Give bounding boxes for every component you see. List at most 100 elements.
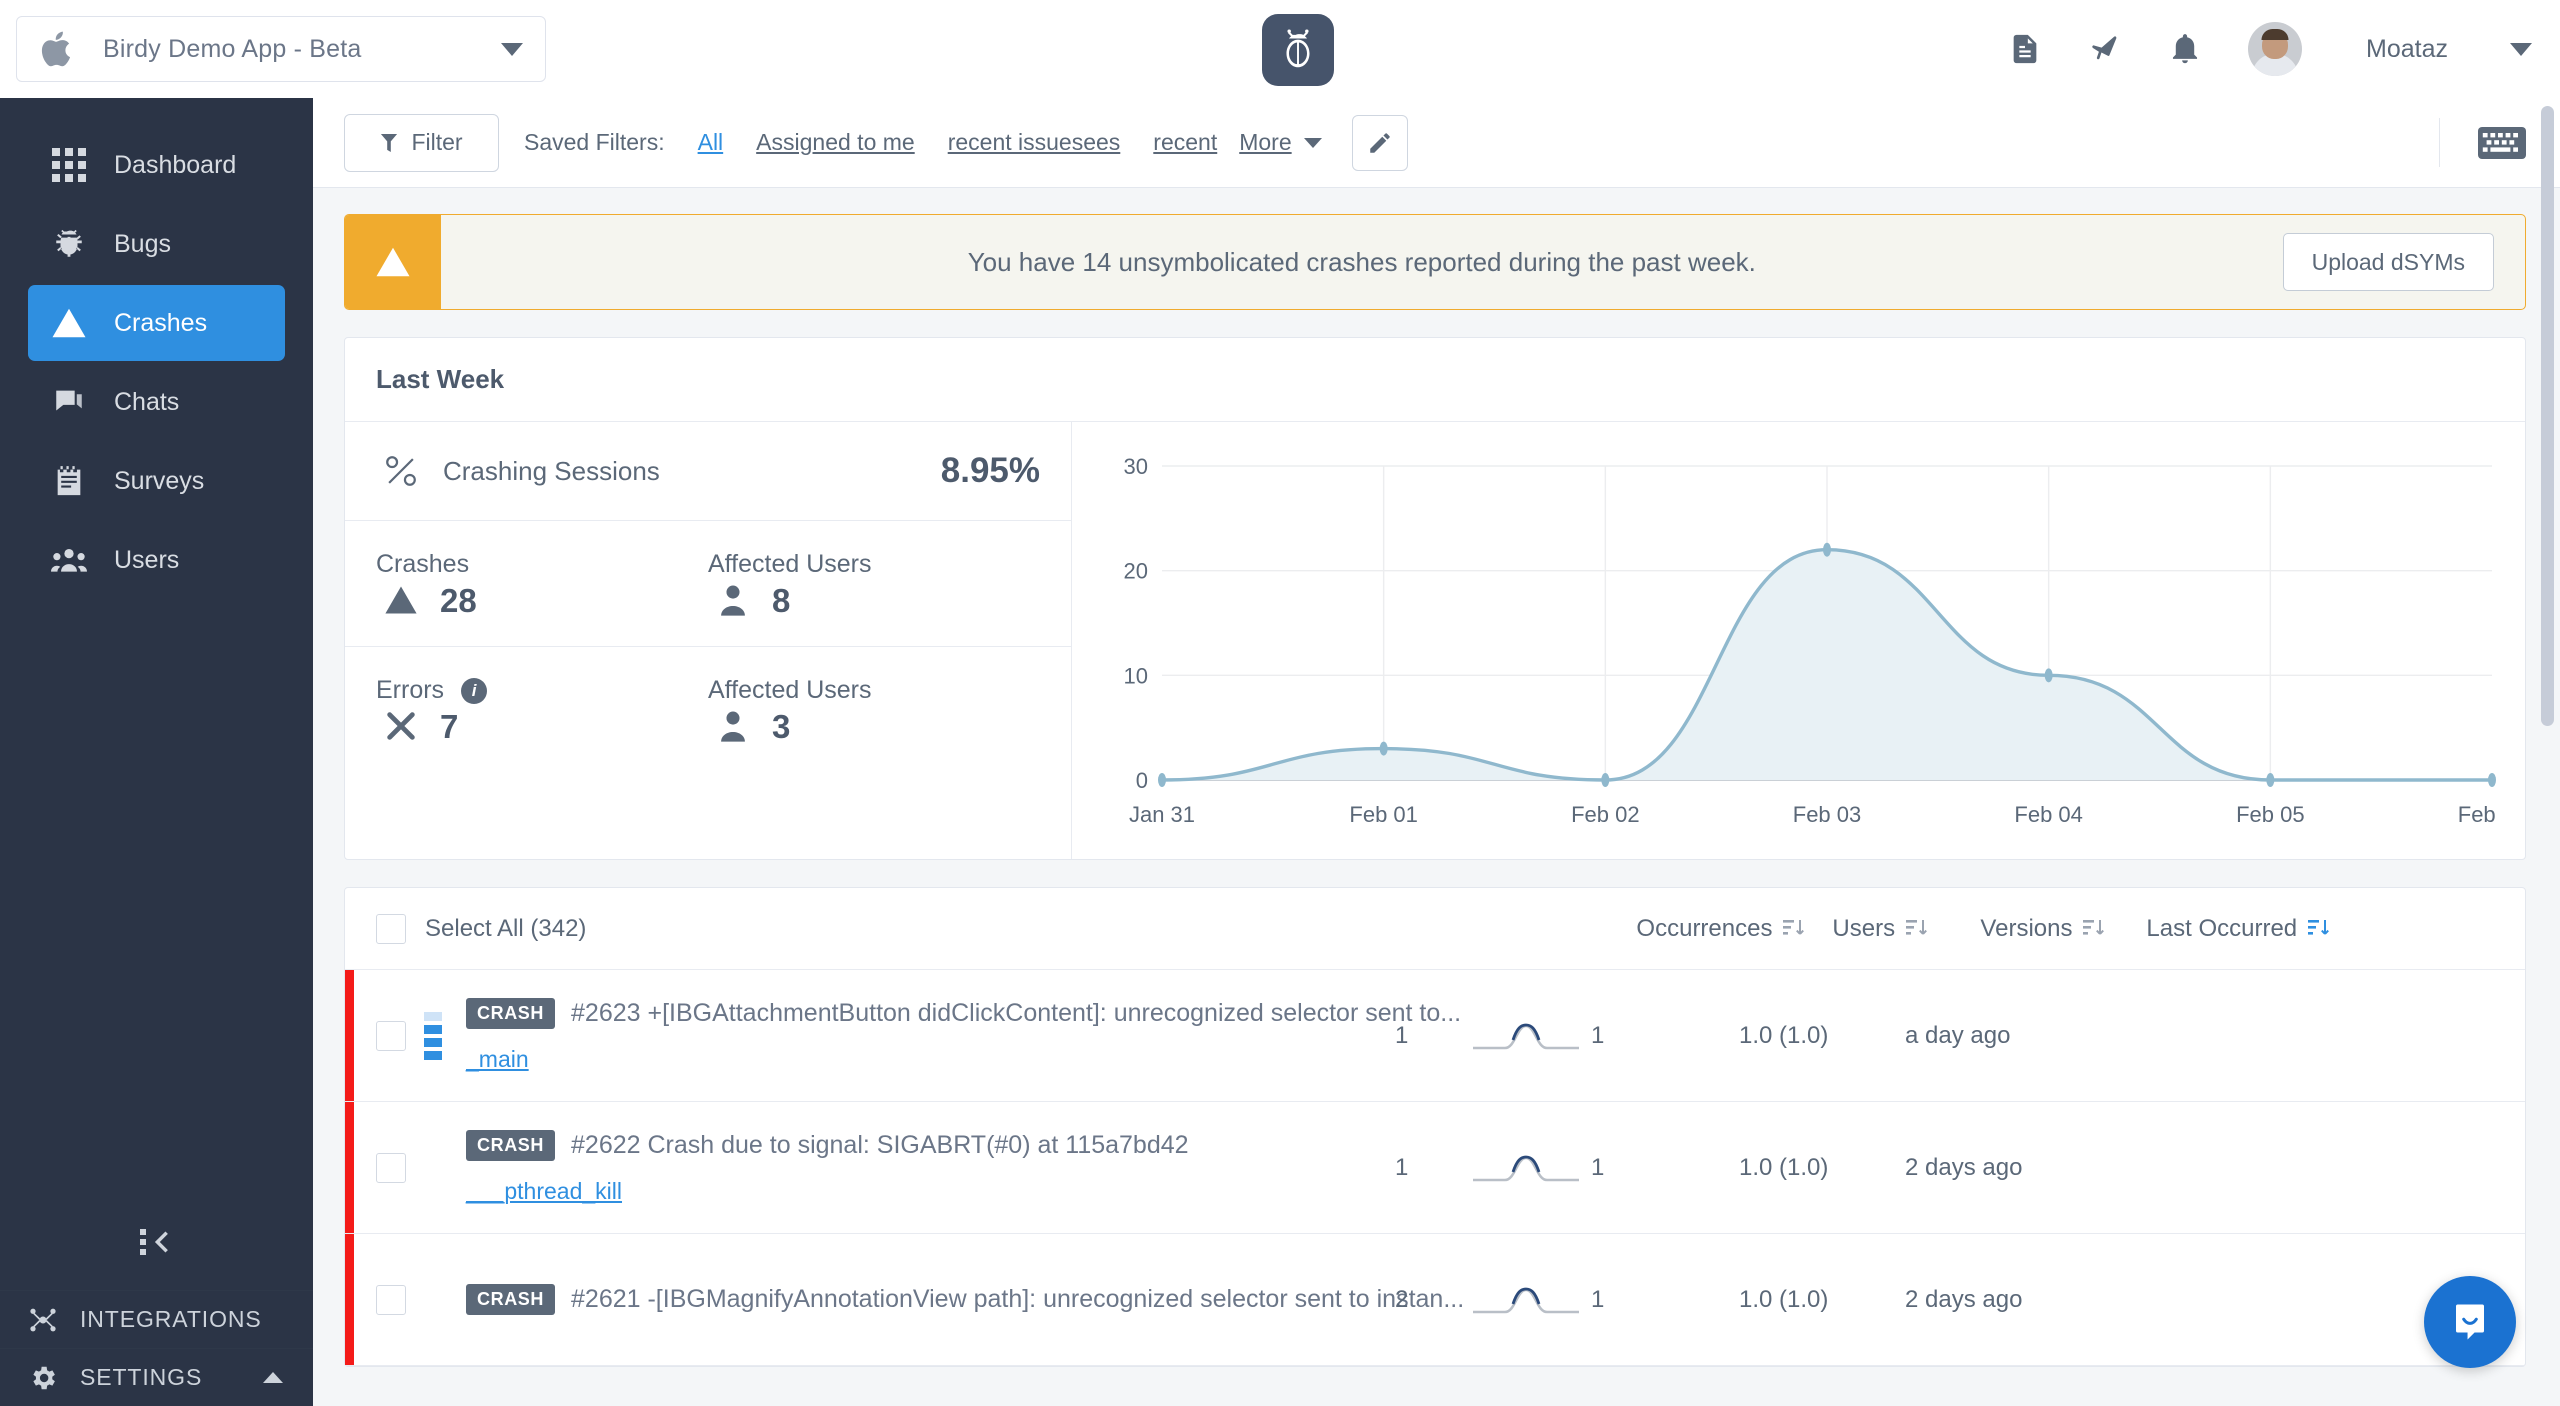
apple-icon xyxy=(41,31,71,67)
cell-last-occurred: a day ago xyxy=(1905,1021,2011,1049)
info-icon[interactable]: i xyxy=(461,677,488,704)
svg-text:Feb 02: Feb 02 xyxy=(1571,802,1640,827)
stat-value: 7 xyxy=(440,708,459,745)
sidebar-bottom-label: SETTINGS xyxy=(80,1364,203,1390)
stat-value: 28 xyxy=(440,582,477,619)
column-label: Occurrences xyxy=(1636,914,1773,942)
cell-occurrences: 1 xyxy=(1395,1153,1409,1181)
sidebar-item-crashes[interactable]: Crashes xyxy=(28,285,285,361)
user-chevron-down-icon[interactable] xyxy=(2510,42,2532,56)
svg-text:Feb 03: Feb 03 xyxy=(1793,802,1862,827)
cell-versions: 1.0 (1.0) xyxy=(1739,1153,1829,1181)
warning-triangle-icon xyxy=(50,304,88,342)
chat-launcher-icon[interactable] xyxy=(2424,1276,2516,1368)
pencil-icon xyxy=(1369,132,1390,153)
last-week-card: Last Week Crashing Sessions 8.95% Crashe… xyxy=(344,337,2526,860)
svg-text:Feb 04: Feb 04 xyxy=(2014,802,2083,827)
column-header-users[interactable]: Users xyxy=(1832,915,1928,943)
megaphone-icon[interactable] xyxy=(2088,30,2122,68)
saved-filter-all[interactable]: All xyxy=(698,129,724,156)
sidebar-item-label: Dashboard xyxy=(114,150,237,179)
edit-filters-button[interactable] xyxy=(1351,114,1408,171)
chevron-down-icon[interactable] xyxy=(1303,137,1322,148)
row-subtitle-link[interactable]: _main xyxy=(466,1046,1466,1073)
occurrences-sparkline xyxy=(1471,1280,1581,1320)
funnel-icon xyxy=(381,133,398,152)
svg-text:30: 30 xyxy=(1124,454,1148,479)
row-checkbox[interactable] xyxy=(376,1284,406,1315)
table-row[interactable]: CRASH #2623 +[IBGAttachmentButton didClic… xyxy=(345,970,2525,1102)
cell-versions: 1.0 (1.0) xyxy=(1739,1021,1829,1049)
table-row[interactable]: CRASH #2622 Crash due to signal: SIGABRT(… xyxy=(345,1102,2525,1234)
avatar[interactable] xyxy=(2248,22,2303,76)
unsymbolicated-banner: You have 14 unsymbolicated crashes repor… xyxy=(344,214,2526,310)
stat-value: 8.95% xyxy=(940,451,1040,490)
sidebar-item-surveys[interactable]: Surveys xyxy=(28,443,285,519)
stat-label: Affected Users xyxy=(708,676,872,704)
svg-text:Feb 01: Feb 01 xyxy=(1349,802,1418,827)
row-title[interactable]: #2623 +[IBGAttachmentButton didClickCont… xyxy=(571,999,1461,1027)
select-all-checkbox[interactable] xyxy=(376,913,406,944)
sidebar-item-label: Chats xyxy=(114,387,180,416)
sidebar-item-label: Crashes xyxy=(114,308,208,337)
row-checkbox[interactable] xyxy=(376,1152,406,1183)
bell-icon[interactable] xyxy=(2168,30,2202,68)
person-icon xyxy=(708,709,758,743)
stat-value: 3 xyxy=(772,708,791,745)
sort-icon xyxy=(1783,919,1805,935)
ladybug-logo xyxy=(1262,14,1334,86)
saved-filter-assigned-to-me[interactable]: Assigned to me xyxy=(756,129,915,156)
keyboard-icon[interactable] xyxy=(2478,126,2526,160)
cell-users: 1 xyxy=(1591,1285,1605,1313)
sidebar-item-integrations[interactable]: INTEGRATIONS xyxy=(0,1290,313,1348)
stat-errors-affected-users: Affected Users 3 xyxy=(708,676,1040,743)
stat-crashes-affected-users: Affected Users 8 xyxy=(708,550,1040,617)
document-icon[interactable] xyxy=(2008,30,2042,68)
sidebar-item-settings[interactable]: SETTINGS xyxy=(0,1348,313,1406)
stat-label: Crashing Sessions xyxy=(443,455,660,486)
sort-icon xyxy=(1906,919,1928,935)
row-title[interactable]: #2621 -[IBGMagnifyAnnotationView path]: … xyxy=(571,1285,1464,1313)
cell-occurrences: 1 xyxy=(1395,1021,1409,1049)
filter-button[interactable]: Filter xyxy=(344,113,499,172)
top-header: Birdy Demo App - Beta Moataz xyxy=(0,0,2560,98)
warning-triangle-icon xyxy=(376,583,426,617)
vertical-scrollbar[interactable] xyxy=(2541,106,2554,726)
sidebar: Dashboard Bugs Crashes Chats Surveys Use… xyxy=(0,98,313,1406)
divider xyxy=(2439,118,2440,167)
row-subtitle-link[interactable]: ___pthread_kill xyxy=(466,1178,1466,1205)
x-icon xyxy=(376,709,426,743)
cell-last-occurred: 2 days ago xyxy=(1905,1285,2023,1313)
clipboard-check-icon xyxy=(50,462,88,500)
table-row[interactable]: CRASH #2621 -[IBGMagnifyAnnotationView pa… xyxy=(345,1234,2525,1366)
upload-dsyms-button[interactable]: Upload dSYMs xyxy=(2282,233,2494,291)
saved-filter-recent[interactable]: recent xyxy=(1153,129,1217,156)
chart-canvas: 0 10 20 30 Jan 31 Feb 01 Feb 02 Feb 03 Feb 04 Feb… xyxy=(1124,454,2527,827)
row-checkbox[interactable] xyxy=(376,1020,406,1051)
sidebar-item-dashboard[interactable]: Dashboard xyxy=(28,127,285,203)
sidebar-item-chats[interactable]: Chats xyxy=(28,364,285,440)
svg-text:0: 0 xyxy=(1136,768,1148,793)
collapse-sidebar-icon[interactable] xyxy=(0,1194,313,1290)
header-actions: Moataz xyxy=(2008,0,2532,98)
column-label: Last Occurred xyxy=(2146,914,2298,942)
cell-last-occurred: 2 days ago xyxy=(1905,1153,2023,1181)
saved-filter-recent-issuesees[interactable]: recent issuesees xyxy=(948,129,1121,156)
column-header-occurrences[interactable]: Occurrences xyxy=(1636,915,1805,943)
severity-bar xyxy=(345,1102,354,1233)
row-title[interactable]: #2622 Crash due to signal: SIGABRT(#0) a… xyxy=(571,1131,1189,1159)
content-scroll-area[interactable]: You have 14 unsymbolicated crashes repor… xyxy=(313,188,2560,1406)
column-header-last-occurred[interactable]: Last Occurred xyxy=(2146,915,2330,943)
row-title-cell: CRASH #2621 -[IBGMagnifyAnnotationView pa… xyxy=(466,1284,1466,1315)
sidebar-item-users[interactable]: Users xyxy=(28,522,285,598)
app-selector[interactable]: Birdy Demo App - Beta xyxy=(16,16,546,82)
stat-errors-row: Errors i 7 Affected Users 3 xyxy=(345,647,1071,772)
chat-bubble-icon xyxy=(50,383,88,421)
percent-icon xyxy=(376,452,426,490)
stat-value: 8 xyxy=(772,582,791,619)
cell-users: 1 xyxy=(1591,1153,1605,1181)
saved-filters-more[interactable]: More xyxy=(1239,129,1291,156)
column-header-versions[interactable]: Versions xyxy=(1980,915,2105,943)
stat-label: Errors xyxy=(376,676,445,704)
sidebar-item-bugs[interactable]: Bugs xyxy=(28,206,285,282)
